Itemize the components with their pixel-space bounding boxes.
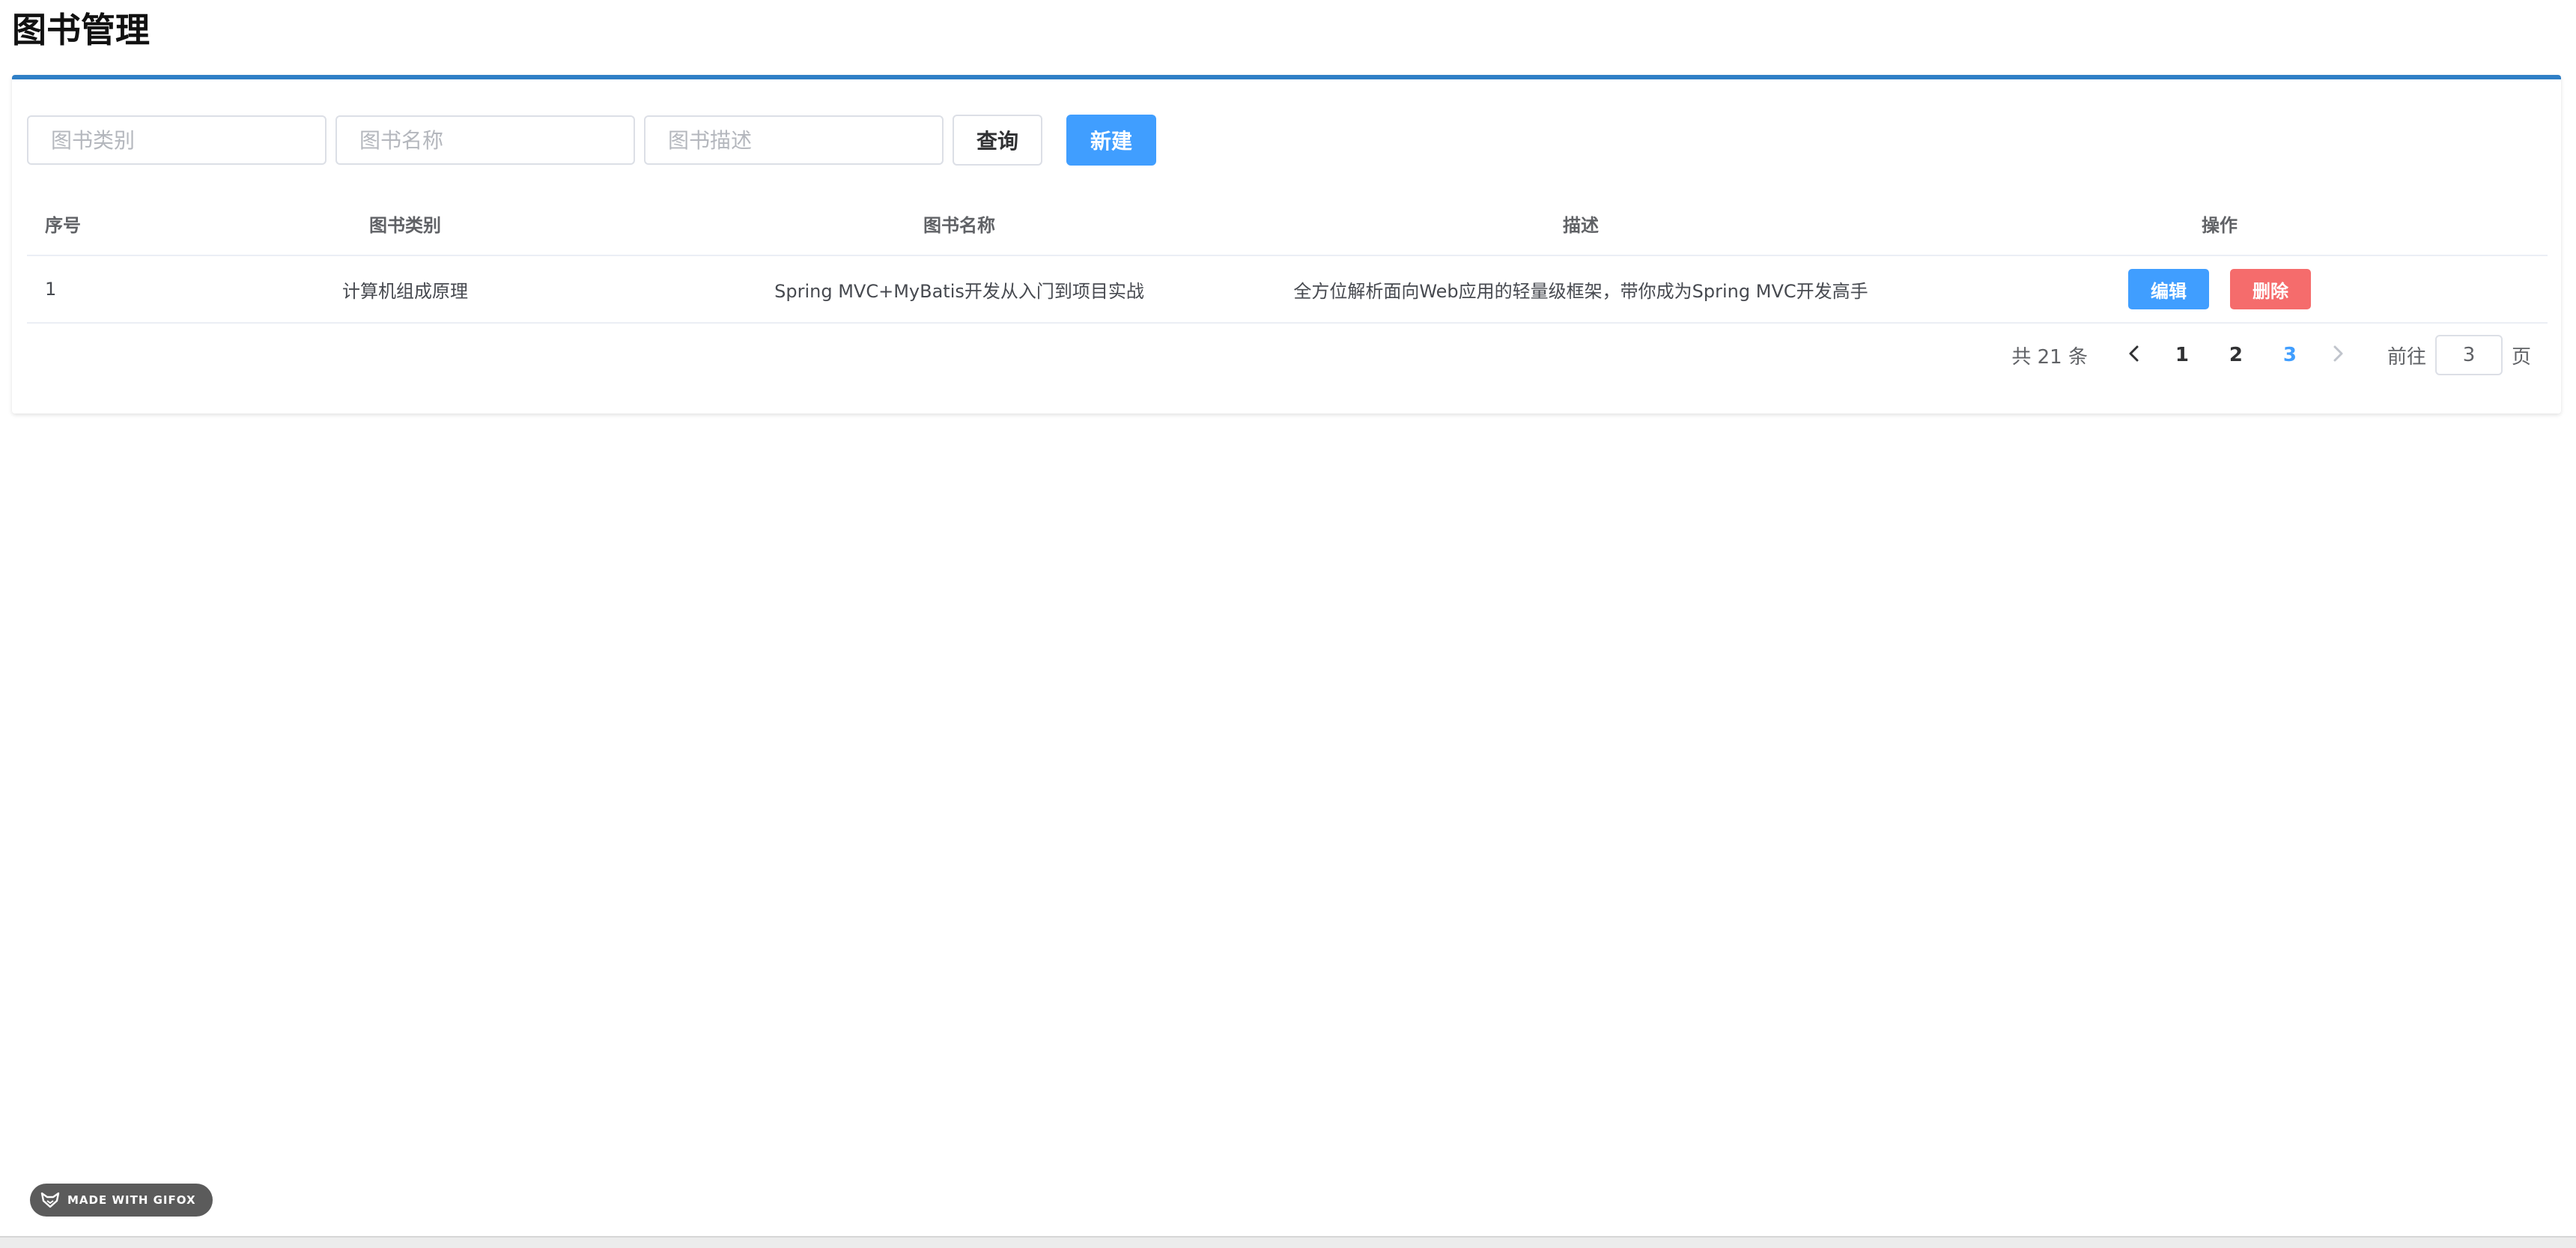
goto-unit: 页: [2511, 345, 2531, 369]
table-header-row: 序号 图书类别 图书名称 描述 操作: [27, 192, 2548, 256]
cell-description: 全方位解析面向Web应用的轻量级框架，带你成为Spring MVC开发高手: [1270, 255, 1892, 324]
header-category: 图书类别: [162, 192, 648, 256]
books-table: 序号 图书类别 图书名称 描述 操作 1 计算机组成原理 Spring MVC+…: [27, 192, 2548, 324]
cell-index: 1: [27, 255, 162, 324]
header-description: 描述: [1270, 192, 1892, 256]
cell-operations: 编辑 删除: [1892, 255, 2548, 324]
edit-button[interactable]: 编辑: [2128, 269, 2209, 309]
category-search-input[interactable]: [27, 115, 326, 165]
gifox-badge: MADE WITH GIFOX: [30, 1184, 213, 1217]
cell-category: 计算机组成原理: [162, 255, 648, 324]
fox-icon: [40, 1192, 60, 1208]
pagination-total: 共 21 条: [2011, 345, 2088, 369]
pagination: 共 21 条 1 2 3 前往 页: [2011, 334, 2531, 376]
delete-button[interactable]: 删除: [2230, 269, 2311, 309]
header-index: 序号: [27, 192, 162, 256]
book-management-panel: 查询 新建 序号 图书类别 图书名称 描述 操作 1 计算机组成原理 Sprin…: [12, 75, 2561, 414]
name-search-input[interactable]: [335, 115, 635, 165]
query-button[interactable]: 查询: [953, 115, 1043, 166]
new-button[interactable]: 新建: [1066, 115, 1157, 166]
goto-label: 前往: [2387, 345, 2426, 369]
table-row: 1 计算机组成原理 Spring MVC+MyBatis开发从入门到项目实战 全…: [27, 255, 2548, 324]
header-name: 图书名称: [648, 192, 1270, 256]
chevron-right-icon[interactable]: [2317, 343, 2359, 368]
badge-text: MADE WITH GIFOX: [67, 1193, 196, 1207]
header-operations: 操作: [1892, 192, 2548, 256]
cell-name: Spring MVC+MyBatis开发从入门到项目实战: [648, 255, 1270, 324]
page-2[interactable]: 2: [2209, 344, 2263, 366]
description-search-input[interactable]: [644, 115, 944, 165]
chevron-left-icon[interactable]: [2113, 343, 2155, 368]
page-title: 图书管理: [12, 10, 150, 50]
page-3[interactable]: 3: [2263, 344, 2317, 366]
row-actions: 编辑 删除: [1892, 257, 2547, 321]
goto-page-input[interactable]: [2434, 335, 2503, 375]
search-bar: 查询 新建: [27, 114, 1157, 166]
page-1[interactable]: 1: [2155, 344, 2209, 366]
